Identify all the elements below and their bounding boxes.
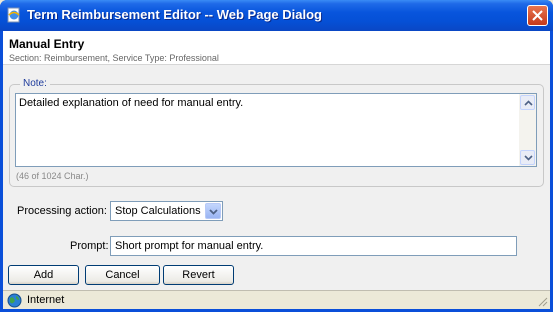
note-fieldset: Note: Detailed explanation of need for m… — [9, 78, 544, 187]
resize-grip[interactable] — [536, 295, 548, 307]
chevron-up-icon — [524, 100, 533, 106]
processing-action-select[interactable]: Stop Calculations — [110, 201, 223, 221]
prompt-label: Prompt: — [70, 240, 109, 252]
globe-icon — [7, 293, 22, 308]
chevron-down-icon — [524, 155, 533, 161]
dialog-window: Term Reimbursement Editor -- Web Page Di… — [0, 0, 553, 312]
close-icon — [532, 10, 543, 21]
page-title: Manual Entry — [9, 37, 85, 51]
window-title: Term Reimbursement Editor -- Web Page Di… — [27, 7, 322, 22]
chevron-down-icon — [209, 209, 218, 215]
prompt-value: Short prompt for manual entry. — [115, 240, 264, 252]
close-button[interactable] — [527, 5, 548, 26]
page-subtitle: Section: Reimbursement, Service Type: Pr… — [9, 53, 219, 63]
prompt-input[interactable]: Short prompt for manual entry. — [110, 236, 517, 256]
note-legend: Note: — [20, 78, 50, 89]
note-scrollbar[interactable] — [519, 94, 536, 166]
section-header: Manual Entry Section: Reimbursement, Ser… — [3, 31, 550, 65]
title-bar[interactable]: Term Reimbursement Editor -- Web Page Di… — [0, 0, 553, 31]
char-count: (46 of 1024 Char.) — [16, 171, 89, 181]
scroll-up-button[interactable] — [520, 95, 535, 110]
security-zone: Internet — [27, 294, 65, 306]
note-text: Detailed explanation of need for manual … — [19, 97, 244, 109]
revert-button[interactable]: Revert — [163, 265, 234, 285]
processing-action-label: Processing action: — [17, 205, 107, 217]
note-textarea[interactable]: Detailed explanation of need for manual … — [15, 93, 537, 167]
processing-action-value: Stop Calculations — [115, 205, 201, 217]
ie-page-icon — [6, 7, 22, 23]
status-bar: Internet — [3, 290, 550, 309]
scroll-down-button[interactable] — [520, 150, 535, 165]
dropdown-button[interactable] — [205, 203, 221, 219]
dialog-content: Manual Entry Section: Reimbursement, Ser… — [3, 31, 550, 290]
cancel-button[interactable]: Cancel — [85, 265, 160, 285]
add-button[interactable]: Add — [8, 265, 79, 285]
